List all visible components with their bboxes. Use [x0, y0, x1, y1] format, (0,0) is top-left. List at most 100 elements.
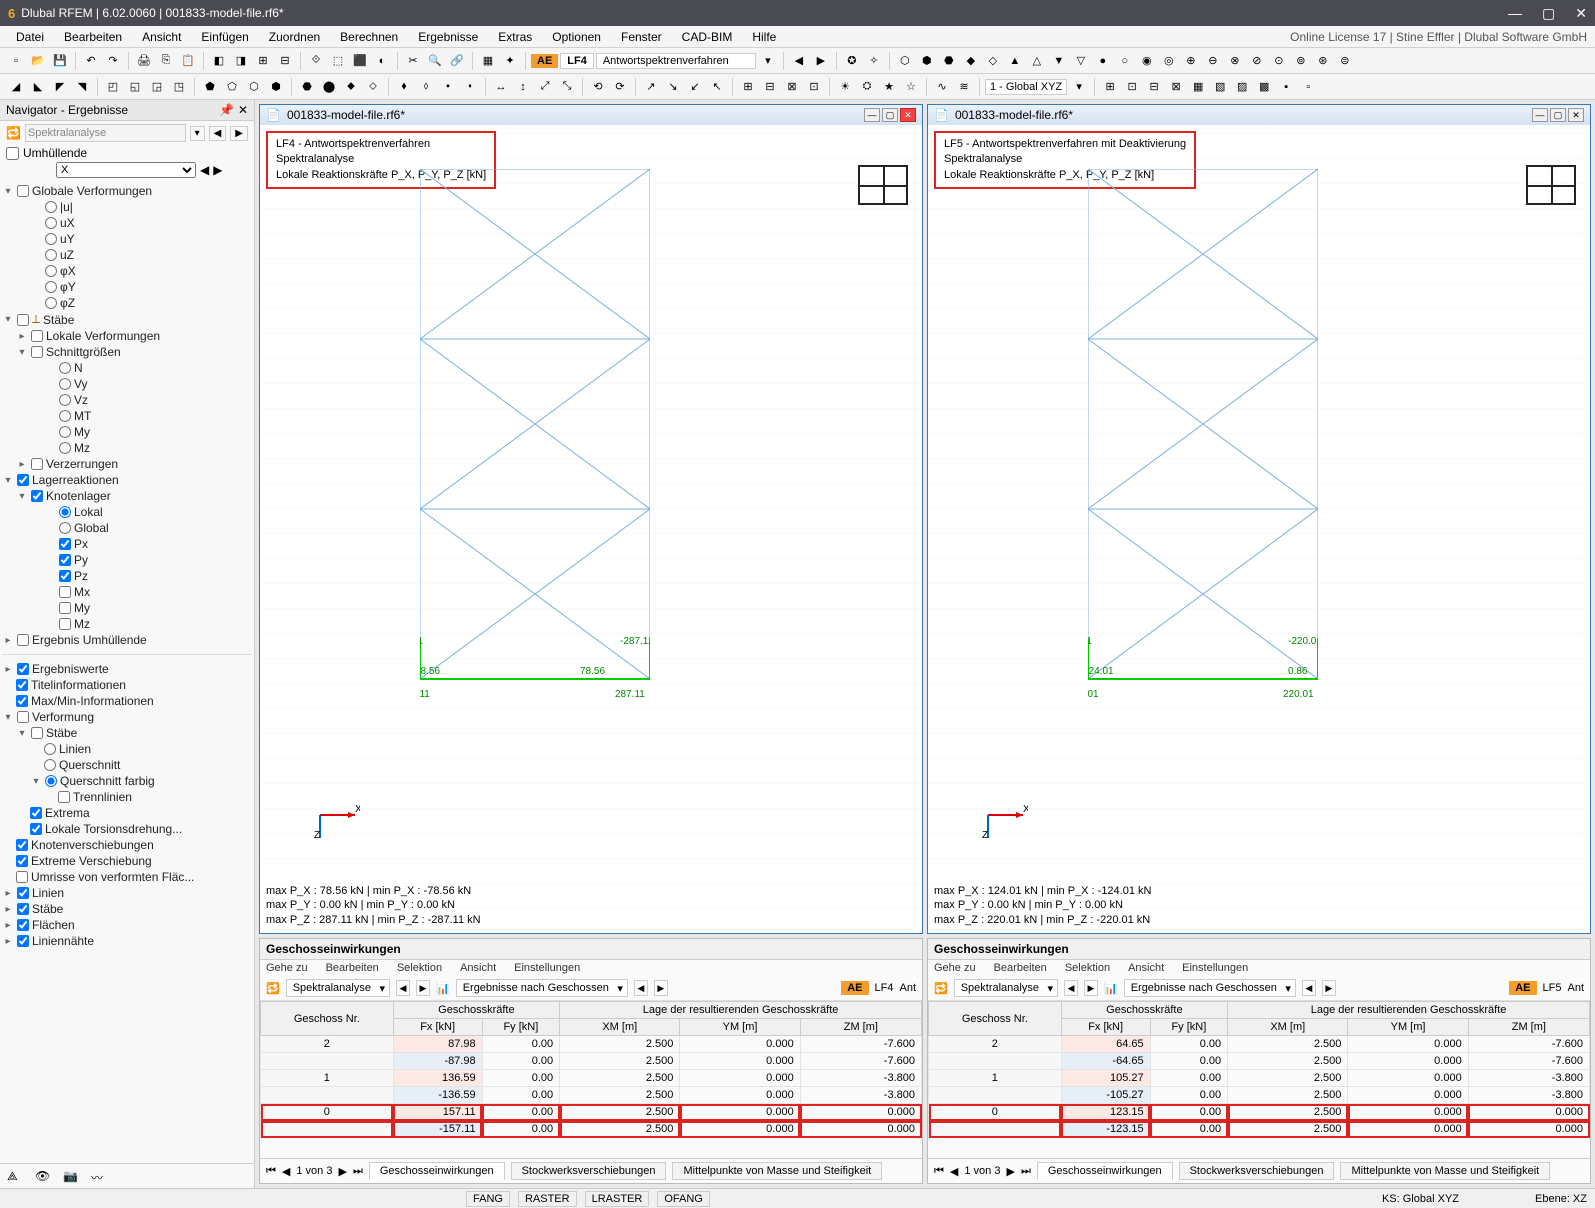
table-cell[interactable]: 0.00: [1150, 1121, 1228, 1138]
table-cell[interactable]: 64.65: [1061, 1036, 1150, 1053]
tree-radio[interactable]: [59, 410, 71, 422]
tool-icon[interactable]: ◧: [209, 51, 229, 71]
chevron-down-icon[interactable]: ▾: [758, 51, 778, 71]
prev-icon[interactable]: ◀: [396, 980, 410, 996]
first-icon[interactable]: ⏮: [934, 1165, 944, 1178]
tool-icon[interactable]: ▦: [478, 51, 498, 71]
table-cell[interactable]: 2.500: [1228, 1053, 1348, 1070]
tool-icon[interactable]: ⬪: [460, 77, 480, 97]
table-cell[interactable]: 0.000: [1348, 1053, 1468, 1070]
table-cell[interactable]: 0.000: [800, 1121, 921, 1138]
table-cell[interactable]: 0.00: [482, 1121, 560, 1138]
tool-icon[interactable]: ☆: [901, 77, 921, 97]
tree-check[interactable]: [31, 490, 43, 502]
tool-icon[interactable]: ◲: [147, 77, 167, 97]
table-cell[interactable]: 2.500: [1228, 1121, 1348, 1138]
tool-icon[interactable]: ▲: [1005, 51, 1025, 71]
tree-check[interactable]: [59, 554, 71, 566]
menu-cadbim[interactable]: CAD-BIM: [674, 28, 741, 46]
navfoot-icon[interactable]: 📷: [62, 1168, 80, 1184]
tool-icon[interactable]: ↙: [685, 77, 705, 97]
save-icon[interactable]: 💾: [50, 51, 70, 71]
tree-radio[interactable]: [45, 233, 57, 245]
table-grid-left[interactable]: Geschoss Nr. Geschosskräfte Lage der res…: [260, 1001, 922, 1158]
tree-check[interactable]: [17, 314, 29, 326]
status-fang[interactable]: FANG: [466, 1191, 510, 1207]
tool-icon[interactable]: 🔗: [447, 51, 467, 71]
tool-icon[interactable]: ⬩: [438, 77, 458, 97]
table-cell[interactable]: 2.500: [560, 1121, 680, 1138]
tool-icon[interactable]: ⊟: [275, 51, 295, 71]
table-cell[interactable]: 0: [929, 1104, 1062, 1121]
prev-icon[interactable]: ◀: [789, 51, 809, 71]
tool-icon[interactable]: ⬢: [266, 77, 286, 97]
table-cell[interactable]: 0.00: [482, 1104, 560, 1121]
tree-radio[interactable]: [45, 217, 57, 229]
tool-icon[interactable]: ⬛: [350, 51, 370, 71]
table-cell[interactable]: 157.11: [393, 1104, 482, 1121]
tab[interactable]: Stockwerksverschiebungen: [511, 1162, 667, 1180]
view-min-button[interactable]: —: [1532, 108, 1548, 122]
tool-icon[interactable]: ⟳: [610, 77, 630, 97]
prev-icon[interactable]: ◀: [1302, 980, 1316, 996]
tool-icon[interactable]: ✦: [500, 51, 520, 71]
tbl-menu[interactable]: Einstellungen: [1182, 962, 1248, 974]
chevron-down-icon[interactable]: ▾: [190, 126, 205, 141]
tool-icon[interactable]: ◢: [6, 77, 26, 97]
table-cell[interactable]: -136.59: [393, 1087, 482, 1104]
maximize-button[interactable]: ▢: [1542, 5, 1555, 22]
table-cell[interactable]: [929, 1087, 1062, 1104]
menu-bearbeiten[interactable]: Bearbeiten: [56, 28, 130, 46]
tool-icon[interactable]: ⊠: [1166, 77, 1186, 97]
tree-check[interactable]: [59, 538, 71, 550]
tool-icon[interactable]: ◣: [28, 77, 48, 97]
table-cell[interactable]: -105.27: [1061, 1087, 1150, 1104]
table-cell[interactable]: 0.000: [800, 1104, 921, 1121]
minimize-button[interactable]: —: [1508, 5, 1522, 22]
table-cell[interactable]: [261, 1087, 394, 1104]
tool-icon[interactable]: ⊞: [253, 51, 273, 71]
tree-check[interactable]: [17, 185, 29, 197]
table-cell[interactable]: 2.500: [560, 1036, 680, 1053]
table-cell[interactable]: 0.00: [482, 1070, 560, 1087]
tool-icon[interactable]: ●: [1093, 51, 1113, 71]
menu-ansicht[interactable]: Ansicht: [134, 28, 189, 46]
tree-check[interactable]: [30, 807, 42, 819]
table-cell[interactable]: 136.59: [393, 1070, 482, 1087]
tool-icon[interactable]: ◇: [983, 51, 1003, 71]
copy-icon[interactable]: ⎘: [156, 51, 176, 71]
tool-icon[interactable]: ★: [879, 77, 899, 97]
tool-icon[interactable]: ◰: [103, 77, 123, 97]
table-cell[interactable]: 2.500: [1228, 1087, 1348, 1104]
tool-icon[interactable]: ◉: [1137, 51, 1157, 71]
tool-icon[interactable]: ⊞: [1100, 77, 1120, 97]
menu-datei[interactable]: Datei: [8, 28, 52, 46]
table-cell[interactable]: -7.600: [1468, 1053, 1589, 1070]
tool-icon[interactable]: ⬧: [394, 77, 414, 97]
table-cell[interactable]: 0.00: [1150, 1104, 1228, 1121]
status-lraster[interactable]: LRASTER: [585, 1191, 650, 1207]
table-cell[interactable]: -7.600: [800, 1036, 921, 1053]
next-icon[interactable]: ▶: [1322, 980, 1336, 996]
tab[interactable]: Geschosseinwirkungen: [369, 1162, 505, 1180]
tool-icon[interactable]: ⬡: [244, 77, 264, 97]
tool-icon[interactable]: ⊠: [782, 77, 802, 97]
table-cell[interactable]: 0.000: [1348, 1104, 1468, 1121]
tab[interactable]: Mittelpunkte von Masse und Steifigkeit: [672, 1162, 882, 1180]
tool-icon[interactable]: ⤡: [557, 77, 577, 97]
tree-radio[interactable]: [59, 506, 71, 518]
close-button[interactable]: ✕: [1575, 5, 1587, 22]
tool-icon[interactable]: ⊘: [1247, 51, 1267, 71]
close-icon[interactable]: ✕: [238, 103, 248, 117]
tree-check[interactable]: [17, 887, 29, 899]
tool-icon[interactable]: ↖: [707, 77, 727, 97]
tool-icon[interactable]: ☀: [835, 77, 855, 97]
tool-icon[interactable]: ⊞: [738, 77, 758, 97]
last-icon[interactable]: ⏭: [1021, 1165, 1031, 1178]
table-cell[interactable]: 2.500: [560, 1053, 680, 1070]
tree-check[interactable]: [17, 919, 29, 931]
first-icon[interactable]: ⏮: [266, 1165, 276, 1178]
tree-check[interactable]: [17, 903, 29, 915]
table-cell[interactable]: 0.00: [482, 1087, 560, 1104]
tbl-combo2[interactable]: Ergebnisse nach Geschossen: [1124, 979, 1296, 997]
